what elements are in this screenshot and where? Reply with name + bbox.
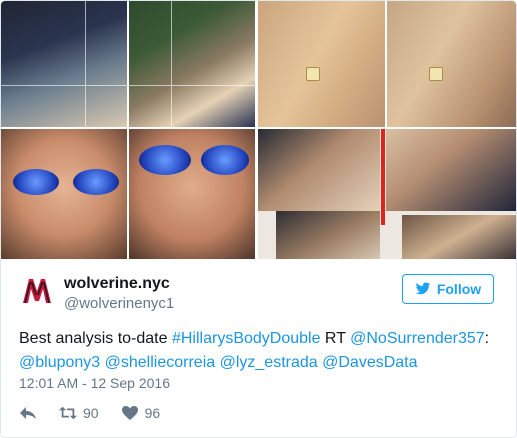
avatar[interactable] [19,273,55,309]
sunglasses-lens [73,169,119,195]
hashtag-link[interactable]: #HillarysBodyDouble [172,330,321,347]
retweet-count: 90 [83,405,99,421]
tweet-actions: 90 96 [19,403,182,423]
sunglasses-lens [139,145,191,175]
media-grid[interactable] [1,1,516,259]
red-divider [381,129,385,225]
mention-link[interactable]: @blupony3 [19,354,100,371]
media-thumbnail-7[interactable] [258,129,516,259]
mention-link[interactable]: @shelliecorreia [105,354,216,371]
grid-line [85,1,86,127]
media-thumbnail-1[interactable] [1,1,127,127]
earring [429,67,443,81]
mention-link[interactable]: @lyz_estrada [220,354,318,371]
retweet-icon [59,406,77,420]
tweet-text: Best analysis to-date #HillarysBodyDoubl… [19,330,490,371]
media-thumbnail-5[interactable] [1,129,127,259]
grid-line [1,85,127,86]
photo-panel [402,215,516,259]
photo-panel [258,129,380,211]
reply-button[interactable] [19,405,37,421]
photo-panel [276,211,380,259]
tweet-text-rt: RT [320,330,351,347]
heart-icon [121,406,138,420]
grid-line [129,85,255,86]
grid-line [171,1,172,127]
earring [306,67,320,81]
mention-link[interactable]: @DavesData [322,354,417,371]
tweet-card: wolverine.nyc @wolverinenyc1 Follow Best… [0,0,517,438]
like-button[interactable]: 96 [121,405,161,421]
sunglasses-lens [201,145,249,175]
display-name[interactable]: wolverine.nyc [64,275,170,293]
retweet-button[interactable]: 90 [59,405,99,421]
reply-icon [20,407,36,419]
media-thumbnail-6[interactable] [129,129,255,259]
follow-button[interactable]: Follow [402,274,494,304]
twitter-bird-icon [415,282,431,295]
media-thumbnail-3[interactable] [258,1,385,127]
user-handle[interactable]: @wolverinenyc1 [64,295,174,312]
media-thumbnail-2[interactable] [129,1,255,127]
like-count: 96 [144,405,161,421]
photo-panel [386,129,516,211]
sunglasses-lens [13,169,59,195]
tweet-text-lead: Best analysis to-date [19,330,172,347]
mention-link[interactable]: @NoSurrender357 [350,330,485,347]
media-thumbnail-4[interactable] [387,1,516,127]
follow-label: Follow [436,281,482,297]
timestamp[interactable]: 12:01 AM - 12 Sep 2016 [19,375,170,391]
